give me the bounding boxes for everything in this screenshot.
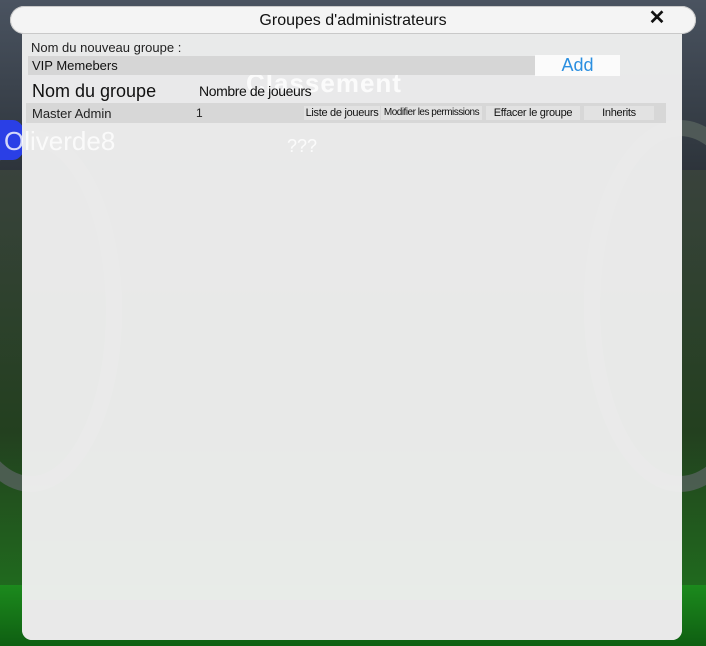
delete-group-button[interactable]: Effacer le groupe <box>486 106 580 120</box>
close-icon[interactable]: ✕ <box>646 7 668 29</box>
group-name-cell: Master Admin <box>32 106 112 121</box>
edit-permissions-button[interactable]: Modifier les permissions <box>381 106 482 120</box>
panel-footer <box>22 600 682 640</box>
table-row: Master Admin 1 Liste de joueurs Modifier… <box>26 103 666 123</box>
column-header-group-name: Nom du groupe <box>32 81 157 101</box>
ghost-rank-value: ??? <box>287 136 318 156</box>
dialog-title-bar: Groupes d'administrateurs ✕ <box>10 6 696 34</box>
new-group-label: Nom du nouveau groupe : <box>31 40 182 55</box>
new-group-name-input[interactable] <box>28 56 537 75</box>
ghost-player-name: Oliverde8 <box>4 126 116 156</box>
player-count-cell: 1 <box>196 106 203 120</box>
inherits-button[interactable]: Inherits <box>584 106 654 120</box>
add-group-button[interactable]: Add <box>535 55 620 76</box>
column-header-player-count: Nombre de joueurs <box>199 83 312 99</box>
admin-groups-panel: Classement Oliverde8 ??? Nom du nouveau … <box>4 34 682 640</box>
player-list-button[interactable]: Liste de joueurs <box>304 106 380 120</box>
dialog-title: Groupes d'administrateurs <box>259 12 447 29</box>
